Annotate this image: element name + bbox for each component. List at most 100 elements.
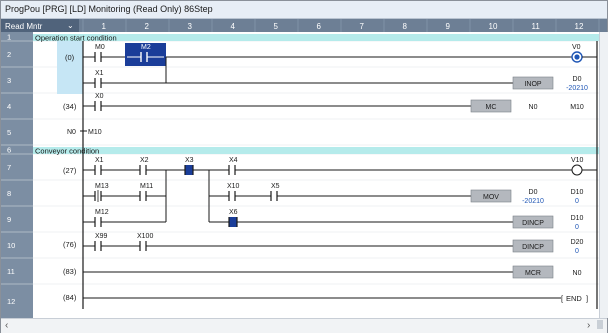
rung-row-7: X1 X2 X3 X4 V10 bbox=[83, 157, 597, 176]
ruler-column-number: 9 bbox=[446, 22, 451, 31]
step-number: (34) bbox=[63, 102, 77, 111]
coil-label: V0 bbox=[572, 44, 581, 51]
contact-label: X6 bbox=[229, 209, 238, 216]
step-selection bbox=[57, 41, 83, 94]
rung-row-11: MCR N0 bbox=[83, 265, 582, 279]
contact-label: X1 bbox=[95, 157, 104, 164]
instruction-name: MCR bbox=[525, 270, 541, 277]
contact-m2-selected[interactable]: M2 bbox=[125, 43, 166, 66]
operand-device: D10 bbox=[571, 189, 584, 196]
rung-row-2: M0 M2 V0 bbox=[83, 43, 597, 66]
instruction-mcr[interactable]: MCR bbox=[512, 265, 554, 279]
coil-label: V10 bbox=[571, 157, 584, 164]
contact-x1-r7[interactable]: X1 bbox=[94, 157, 104, 175]
rung-row-12: [ END ] bbox=[83, 294, 588, 303]
row-number: 10 bbox=[7, 241, 15, 250]
ruler-column-number: 4 bbox=[231, 22, 236, 31]
operand-device: D20 bbox=[571, 239, 584, 246]
instruction-mc[interactable]: MC bbox=[470, 99, 512, 113]
contact-m0[interactable]: M0 bbox=[94, 44, 105, 62]
ruler-column-number: 11 bbox=[532, 22, 541, 31]
instruction-name: DINCP bbox=[522, 244, 544, 251]
contact-x1[interactable]: X1 bbox=[94, 70, 104, 88]
instruction-name: MC bbox=[486, 104, 497, 111]
contact-x5[interactable]: X5 bbox=[270, 183, 280, 201]
row-number: 2 bbox=[7, 50, 11, 59]
row-number: 1 bbox=[7, 33, 11, 42]
operand-device: D0 bbox=[573, 76, 582, 83]
operand-device: D0 bbox=[529, 189, 538, 196]
scroll-left-icon[interactable]: ‹ bbox=[5, 320, 8, 331]
ruler-column-number: 2 bbox=[145, 22, 150, 31]
svg-text:M10: M10 bbox=[88, 129, 102, 136]
contact-label: X2 bbox=[140, 157, 149, 164]
contact-m12[interactable]: M12 bbox=[94, 209, 109, 227]
svg-text:N0: N0 bbox=[67, 129, 76, 136]
contact-label: M0 bbox=[95, 44, 105, 51]
operand-value: 0 bbox=[575, 198, 579, 205]
contact-label: M13 bbox=[95, 183, 109, 190]
row-number: 8 bbox=[7, 189, 11, 198]
rung-row-10: X99 X100 DINCP D20 0 bbox=[83, 233, 584, 255]
contact-x2[interactable]: X2 bbox=[139, 157, 149, 175]
operand-device: D10 bbox=[571, 215, 584, 222]
ladder-editor-window: ProgPou [PRG] [LD] Monitoring (Read Only… bbox=[0, 0, 608, 333]
instruction-dincp[interactable]: DINCP bbox=[512, 239, 554, 253]
row-number: 7 bbox=[7, 163, 11, 172]
ruler-column-number: 1 bbox=[102, 22, 107, 31]
row-number: 9 bbox=[7, 215, 11, 224]
scroll-corner-icon bbox=[597, 320, 603, 329]
rung-row-4: X0 MC N0 M10 bbox=[83, 93, 584, 113]
row-number: 4 bbox=[7, 102, 11, 111]
ruler-mode[interactable]: Read Mntr ⌄ bbox=[1, 19, 79, 32]
contact-x10[interactable]: X10 bbox=[227, 183, 240, 201]
contact-label: M11 bbox=[140, 183, 153, 190]
row-number: 11 bbox=[7, 267, 15, 276]
ruler-column-number: 3 bbox=[188, 22, 193, 31]
contact-x0[interactable]: X0 bbox=[94, 93, 104, 111]
mc-marker: N0 M10 bbox=[67, 125, 102, 138]
step-number: (84) bbox=[63, 293, 77, 302]
coil-v10[interactable]: V10 bbox=[571, 157, 584, 176]
contact-x100[interactable]: X100 bbox=[137, 233, 153, 251]
step-number: (0) bbox=[65, 53, 75, 62]
step-number: (83) bbox=[63, 267, 77, 276]
coil-v0[interactable]: V0 bbox=[571, 44, 583, 63]
contact-x4[interactable]: X4 bbox=[228, 157, 238, 175]
chevron-down-icon: ⌄ bbox=[67, 21, 74, 30]
ruler-columns: 1 2 3 4 5 6 7 8 9 10 11 12 bbox=[102, 22, 584, 31]
contact-x6-active[interactable]: X6 bbox=[228, 209, 238, 227]
contact-m11[interactable]: M11 bbox=[139, 183, 153, 201]
contact-label: X1 bbox=[95, 70, 104, 77]
ruler-column-number: 5 bbox=[274, 22, 279, 31]
step-number: (76) bbox=[63, 240, 77, 249]
contact-label: M2 bbox=[141, 44, 151, 51]
rung-row-8: M13 M11 X10 X5 MOV D0 -20210 D10 0 bbox=[82, 170, 584, 222]
instruction-inop[interactable]: INOP bbox=[512, 76, 554, 90]
instruction-name: MOV bbox=[483, 194, 499, 201]
contact-label: X5 bbox=[271, 183, 280, 190]
contact-label: X100 bbox=[137, 233, 153, 240]
contact-x3-active[interactable]: X3 bbox=[184, 157, 194, 175]
ruler-column-number: 8 bbox=[403, 22, 408, 31]
contact-label: X10 bbox=[227, 183, 240, 190]
step-number: (27) bbox=[63, 166, 77, 175]
scroll-right-icon[interactable]: › bbox=[587, 320, 590, 331]
ruler-column-number: 6 bbox=[317, 22, 322, 31]
operand-device: M10 bbox=[570, 104, 584, 111]
contact-x99[interactable]: X99 bbox=[94, 233, 108, 251]
operand-value: -20210 bbox=[522, 198, 544, 205]
contact-m13[interactable]: M13 bbox=[94, 183, 109, 202]
end-bracket-right: ] bbox=[586, 294, 588, 303]
row-numbers: 123456789101112 bbox=[7, 33, 15, 307]
operand-device: N0 bbox=[573, 270, 582, 277]
contact-label: X99 bbox=[95, 233, 108, 240]
end-bracket-left: [ bbox=[561, 294, 564, 303]
operand-value: -20210 bbox=[566, 85, 588, 92]
instruction-dincp[interactable]: DINCP bbox=[512, 215, 554, 229]
ruler-column-number: 12 bbox=[575, 22, 584, 31]
operand-value: 0 bbox=[575, 224, 579, 231]
instruction-name: INOP bbox=[524, 81, 541, 88]
operand-value: 0 bbox=[575, 248, 579, 255]
instruction-mov[interactable]: MOV bbox=[470, 189, 512, 203]
